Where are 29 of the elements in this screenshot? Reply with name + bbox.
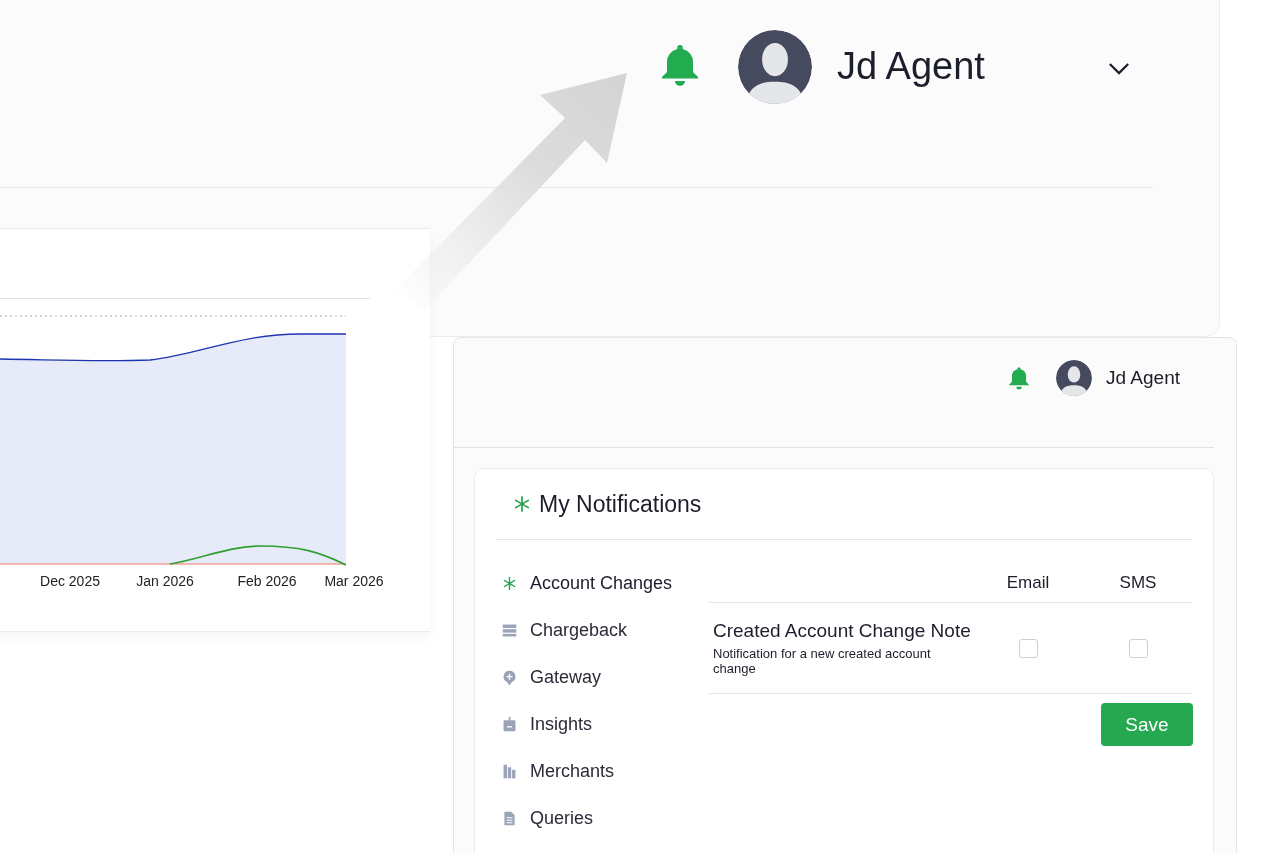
grid-icon: [501, 763, 518, 780]
email-checkbox[interactable]: [1018, 638, 1038, 658]
server-icon: [501, 622, 518, 639]
axis-label: Jan 2026: [136, 573, 194, 589]
plus-pin-icon: [501, 669, 518, 686]
axis-label: Feb 2026: [237, 573, 297, 589]
axis-label: Dec 2025: [40, 573, 100, 589]
notification-title: Created Account Change Note: [713, 620, 972, 642]
card-title: My Notifications: [539, 490, 702, 518]
avatar-icon[interactable]: [738, 30, 812, 104]
user-name: Jd Agent: [837, 45, 985, 88]
menu-item[interactable]: Gateway: [495, 654, 709, 701]
column-header: SMS: [1118, 572, 1158, 593]
chevron-down-icon[interactable]: [1108, 62, 1130, 75]
asterisk-icon: [501, 575, 518, 592]
menu-item[interactable]: Queries: [495, 795, 709, 842]
document-icon: [501, 810, 518, 827]
asterisk-icon: [513, 495, 531, 513]
axis-label: Mar 2026: [324, 573, 384, 589]
menu-item[interactable]: Account Changes: [495, 560, 709, 607]
menu-item[interactable]: Chargeback: [495, 607, 709, 654]
tray-icon: [501, 716, 518, 733]
menu-item[interactable]: Insights: [495, 701, 709, 748]
user-name: Jd Agent: [1106, 366, 1180, 389]
sms-checkbox[interactable]: [1128, 638, 1148, 658]
column-header: Email: [1005, 572, 1051, 593]
menu-item[interactable]: Merchants: [495, 748, 709, 795]
avatar-icon[interactable]: [1056, 359, 1093, 396]
notification-description: Notification for a new created account change: [713, 646, 932, 676]
